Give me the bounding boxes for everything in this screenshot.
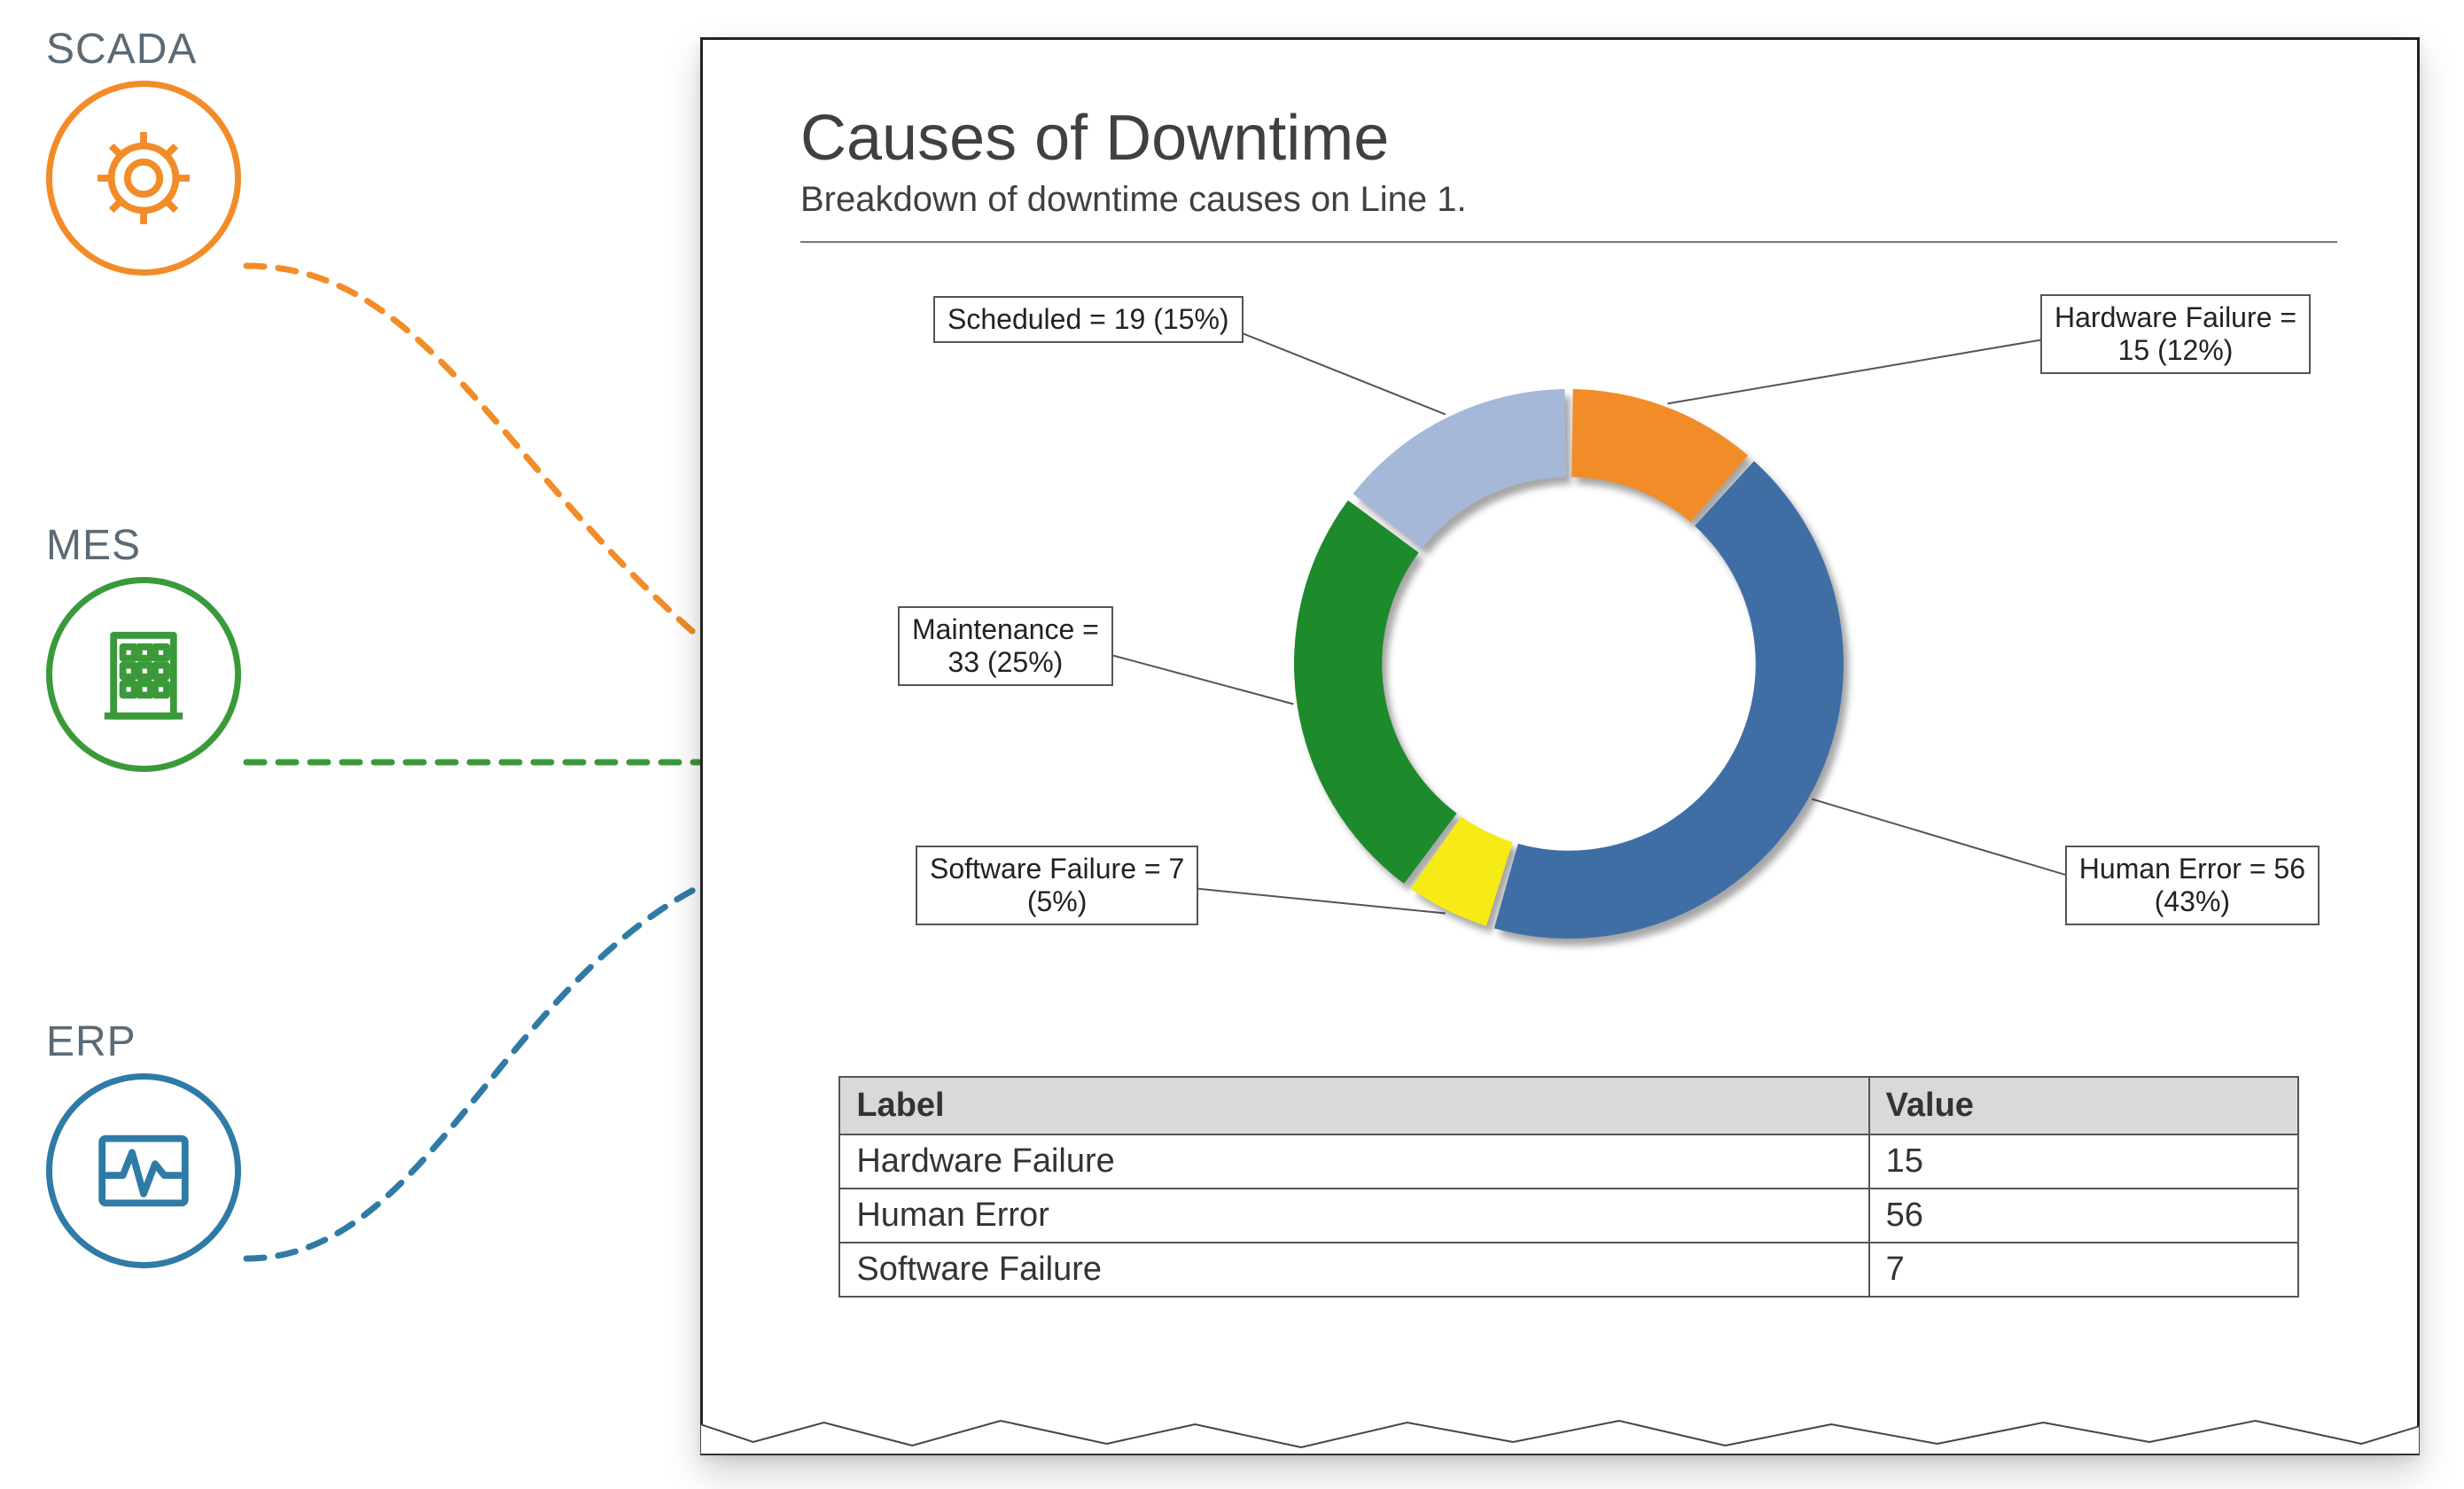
donut-slice <box>1294 500 1457 884</box>
source-erp: ERP <box>46 1017 312 1268</box>
torn-edge <box>700 1415 2420 1454</box>
source-scada-label: SCADA <box>46 25 312 74</box>
source-mes-label: MES <box>46 521 312 570</box>
erp-circle <box>46 1073 241 1268</box>
report-panel: Causes of Downtime Breakdown of downtime… <box>700 37 2420 1455</box>
callout-hardware-failure: Hardware Failure = 15 (12%) <box>2040 294 2311 374</box>
data-table: Label Value Hardware Failure15Human Erro… <box>838 1076 2298 1298</box>
table-cell: Human Error <box>839 1189 1868 1243</box>
callout-software-failure: Software Failure = 7 (5%) <box>916 846 1198 925</box>
table-cell: Software Failure <box>839 1243 1868 1297</box>
pulse-icon <box>86 1113 201 1228</box>
donut-slice <box>1353 389 1566 548</box>
donut-svg <box>1267 363 1870 965</box>
scada-circle <box>46 81 241 276</box>
diagram-canvas: SCADA <box>0 0 2464 1489</box>
mes-circle <box>46 577 241 772</box>
table-cell: 56 <box>1869 1189 2298 1243</box>
donut-slice <box>1494 461 1844 939</box>
table-header-row: Label Value <box>839 1077 2297 1134</box>
report-title: Causes of Downtime <box>800 102 2337 175</box>
gear-icon <box>86 121 201 236</box>
report-subtitle: Breakdown of downtime causes on Line 1. <box>800 180 2337 220</box>
report-divider <box>800 241 2337 243</box>
source-mes: MES <box>46 521 312 772</box>
table-row: Human Error56 <box>839 1189 2297 1243</box>
th-label: Label <box>839 1077 1868 1134</box>
table-cell: 15 <box>1869 1134 2298 1189</box>
table-cell: Hardware Failure <box>839 1134 1868 1189</box>
building-icon <box>86 617 201 732</box>
data-table-wrap: Label Value Hardware Failure15Human Erro… <box>800 1076 2337 1298</box>
callout-scheduled: Scheduled = 19 (15%) <box>933 296 1244 343</box>
th-value: Value <box>1869 1077 2298 1134</box>
callout-human-error: Human Error = 56 (43%) <box>2065 846 2320 925</box>
table-row: Hardware Failure15 <box>839 1134 2297 1189</box>
donut-chart: Hardware Failure = 15 (12%) Human Error … <box>800 278 2337 1049</box>
table-cell: 7 <box>1869 1243 2298 1297</box>
source-scada: SCADA <box>46 25 312 276</box>
source-erp-label: ERP <box>46 1017 312 1066</box>
callout-maintenance: Maintenance = 33 (25%) <box>898 606 1113 686</box>
table-row: Software Failure7 <box>839 1243 2297 1297</box>
